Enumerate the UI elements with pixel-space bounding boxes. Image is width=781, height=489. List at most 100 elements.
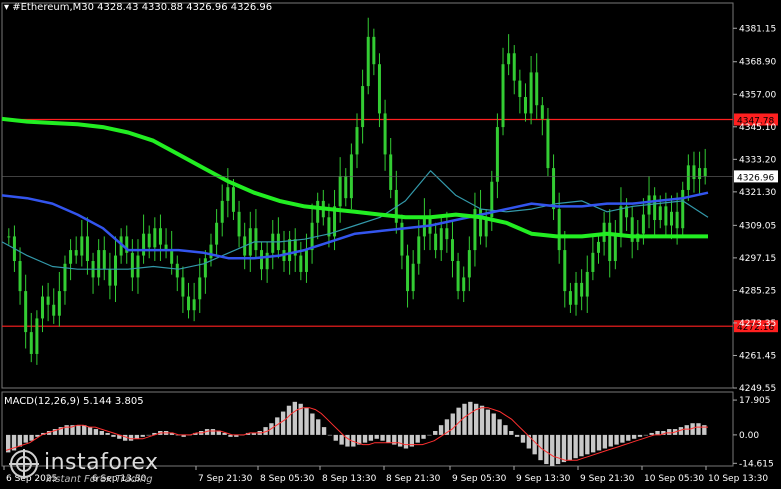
macd-bar bbox=[304, 407, 309, 435]
y-tick-label: 4249.55 bbox=[739, 384, 776, 394]
candle-body bbox=[529, 72, 533, 114]
macd-bar bbox=[591, 434, 596, 453]
y-tick-label: 4321.30 bbox=[739, 188, 776, 198]
y-tick-label: 4297.15 bbox=[739, 254, 776, 264]
candle-body bbox=[46, 296, 50, 305]
candle-body bbox=[406, 255, 410, 292]
symbol-quote-line: #Ethereum,M30 4328.43 4330.88 4326.96 43… bbox=[12, 2, 273, 13]
macd-bar bbox=[573, 434, 578, 459]
candle-body bbox=[271, 233, 275, 253]
candle-body bbox=[181, 277, 185, 297]
candle-body bbox=[596, 241, 600, 253]
x-tick-label: 9 Sep 21:30 bbox=[580, 474, 635, 484]
macd-bar bbox=[386, 434, 391, 443]
candle-body bbox=[495, 127, 499, 182]
macd-tick-label: 0.00 bbox=[739, 431, 759, 441]
candle-body bbox=[462, 277, 466, 292]
candle-body bbox=[299, 255, 303, 272]
candle-body bbox=[114, 255, 118, 286]
macd-bar bbox=[29, 434, 34, 441]
y-tick-label: 4261.45 bbox=[739, 351, 776, 361]
macd-tick-label: -14.615 bbox=[739, 459, 774, 469]
y-tick-label: 4309.05 bbox=[739, 221, 776, 231]
candle-body bbox=[389, 154, 393, 190]
candle-body bbox=[383, 113, 387, 155]
candle-body bbox=[439, 228, 443, 251]
candle-body bbox=[411, 263, 415, 292]
macd-bar bbox=[626, 434, 631, 441]
macd-bar bbox=[105, 432, 110, 435]
candle-body bbox=[108, 269, 112, 286]
candle-body bbox=[7, 236, 11, 238]
y-tick-label: 4273.35 bbox=[739, 319, 776, 329]
candle-body bbox=[585, 271, 589, 297]
candles bbox=[7, 17, 707, 365]
x-tick-label: 8 Sep 13:30 bbox=[322, 474, 377, 484]
candle-body bbox=[675, 211, 679, 229]
collapse-arrow-icon[interactable]: ▾ bbox=[4, 2, 9, 13]
macd-bar bbox=[403, 434, 409, 449]
candle-body bbox=[215, 222, 219, 245]
macd-tick-label: 17.905 bbox=[739, 396, 771, 406]
candle-body bbox=[417, 236, 421, 264]
candle-body bbox=[142, 233, 146, 256]
macd-bar bbox=[23, 434, 28, 443]
macd-bar bbox=[667, 429, 672, 435]
candle-body bbox=[501, 64, 505, 128]
macd-bar bbox=[596, 434, 602, 451]
candle-body bbox=[507, 53, 511, 65]
macd-bar bbox=[497, 419, 502, 435]
macd-bar bbox=[17, 434, 23, 447]
macd-bar bbox=[362, 434, 368, 443]
candle-body bbox=[450, 239, 454, 262]
candle-body bbox=[669, 211, 673, 226]
candle-body bbox=[220, 200, 224, 223]
macd-bar bbox=[637, 434, 643, 437]
candle-body bbox=[192, 299, 196, 311]
macd-bar bbox=[579, 434, 584, 457]
macd-bar bbox=[327, 434, 333, 436]
macd-bar bbox=[585, 434, 590, 455]
macd-bar bbox=[479, 405, 485, 435]
macd-bar bbox=[438, 425, 444, 435]
macd-bar bbox=[684, 425, 689, 435]
macd-header: MACD(12,26,9) 5.144 3.805 bbox=[4, 396, 144, 407]
candle-body bbox=[158, 228, 162, 245]
macd-bar bbox=[427, 434, 432, 436]
candle-body bbox=[557, 209, 561, 251]
macd-bar bbox=[93, 429, 99, 435]
candle-body bbox=[175, 263, 179, 278]
macd-bar bbox=[532, 434, 537, 455]
candle-body bbox=[203, 258, 207, 278]
macd-bar bbox=[491, 413, 496, 435]
macd-bar bbox=[76, 425, 81, 435]
macd-bar bbox=[631, 434, 637, 439]
x-tick-label: 8 Sep 05:30 bbox=[260, 474, 315, 484]
macd-bar bbox=[146, 434, 151, 436]
candle-body bbox=[686, 165, 690, 190]
x-tick-label: 10 Sep 05:30 bbox=[644, 474, 704, 484]
macd-bar bbox=[462, 403, 467, 435]
candle-body bbox=[29, 332, 33, 354]
candle-body bbox=[248, 228, 252, 256]
candle-body bbox=[57, 291, 61, 316]
x-tick-label: 7 Sep 21:30 bbox=[198, 474, 253, 484]
x-tick-label: 9 Sep 05:30 bbox=[452, 474, 507, 484]
y-tick-label: 4357.00 bbox=[739, 90, 776, 100]
y-tick-label: 4381.15 bbox=[739, 24, 776, 34]
candle-body bbox=[692, 165, 696, 180]
candle-body bbox=[80, 236, 84, 256]
candle-body bbox=[198, 277, 202, 300]
macd-bar bbox=[397, 434, 403, 447]
candle-body bbox=[226, 187, 230, 201]
candle-body bbox=[136, 255, 140, 278]
macd-bar bbox=[544, 434, 549, 465]
candle-body bbox=[304, 250, 308, 272]
candle-body bbox=[18, 261, 22, 292]
macd-bar bbox=[655, 431, 660, 435]
candle-body bbox=[153, 228, 157, 248]
macd-bar bbox=[450, 413, 455, 435]
macd-bar bbox=[433, 431, 438, 435]
macd-bar bbox=[345, 434, 350, 447]
candle-body bbox=[372, 36, 376, 65]
